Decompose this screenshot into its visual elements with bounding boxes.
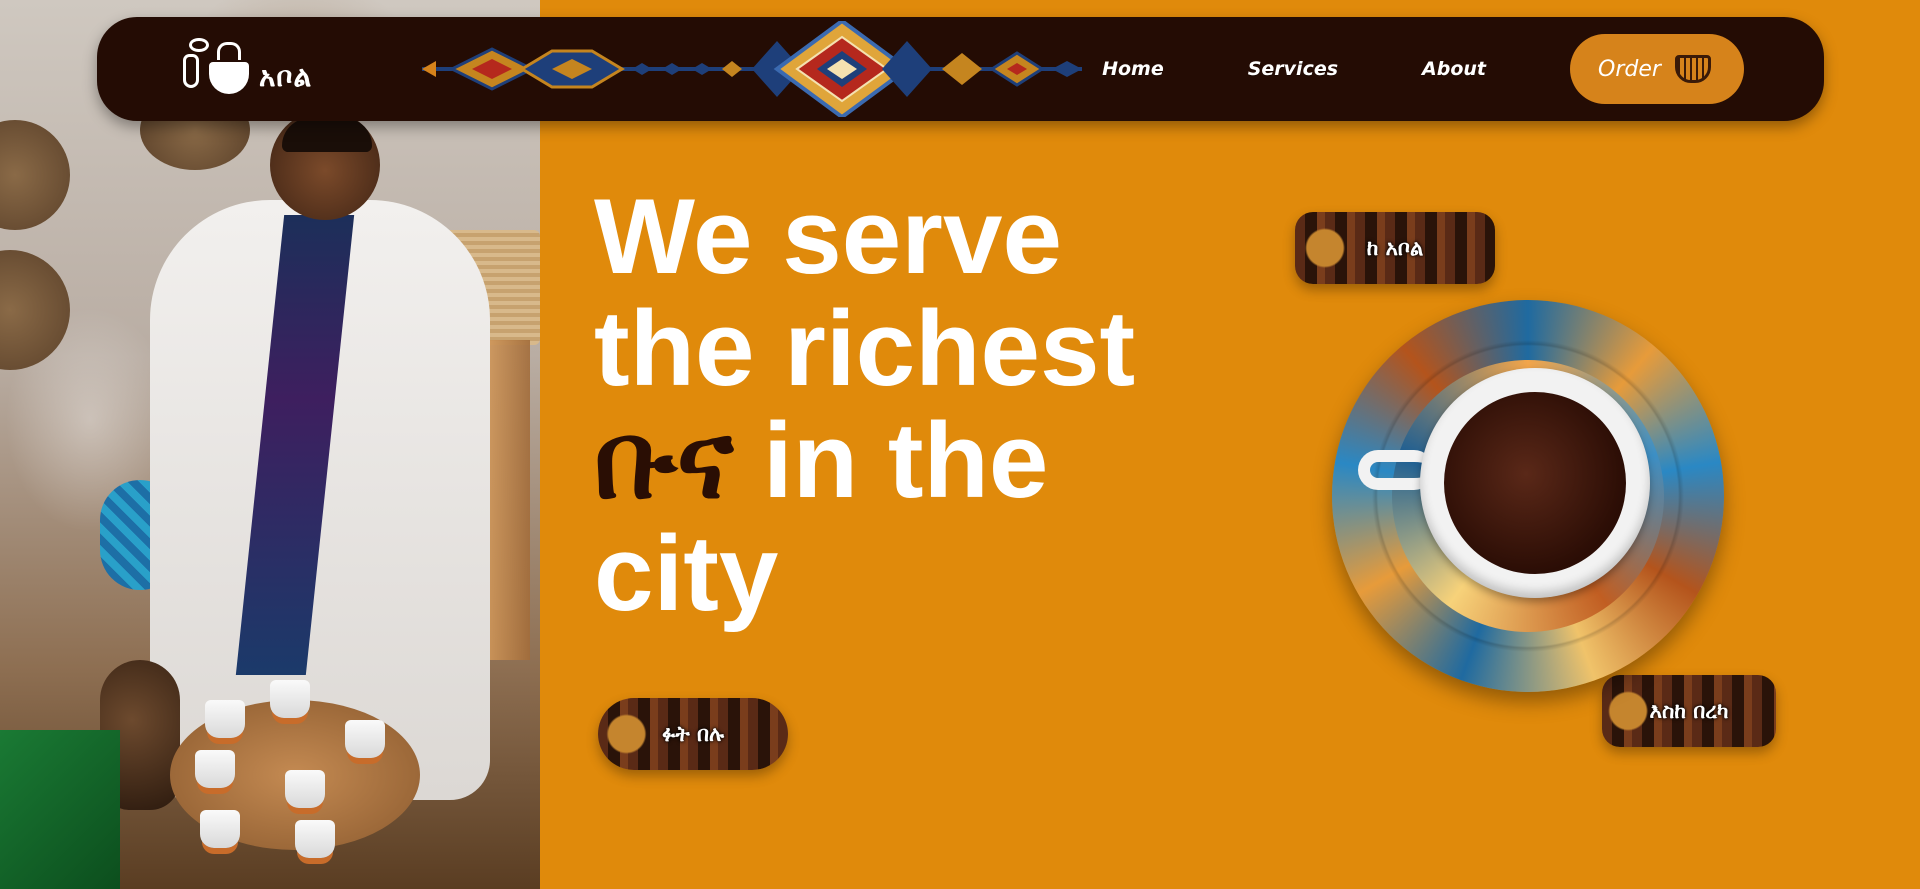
hero-line-1: We serve <box>594 176 1062 296</box>
nav-home[interactable]: Home <box>1102 58 1164 80</box>
badge-from-label: ከ አቦል <box>1366 235 1424 260</box>
hero-heading: We serve the richest ቡና in the city <box>594 180 1234 629</box>
coffee-cup-icon <box>1674 55 1711 83</box>
order-button-label: Order <box>1598 56 1661 82</box>
nav-services[interactable]: Services <box>1248 58 1338 80</box>
nav-about[interactable]: About <box>1422 58 1486 80</box>
cta-button[interactable]: ፉት በሉ <box>598 698 788 770</box>
badge-to-label: እስከ በረካ <box>1649 698 1729 723</box>
hero-photo <box>0 0 540 889</box>
badge-to: እስከ በረካ <box>1602 675 1776 747</box>
brand-logo[interactable]: አቦል <box>183 31 312 111</box>
brand-name: አቦል <box>259 60 313 93</box>
cta-button-label: ፉት በሉ <box>661 721 725 746</box>
hero-line-4: city <box>594 513 779 633</box>
hero-accent-word: ቡና <box>594 399 734 523</box>
hero-line-2: the richest <box>594 288 1136 408</box>
tibeb-ornament-icon <box>422 21 1082 117</box>
coffee-cup-illustration <box>1332 300 1724 692</box>
order-button[interactable]: Order <box>1570 34 1744 104</box>
main-menu: Home Services About Order <box>1102 29 1744 109</box>
hero-line-3: in the <box>733 400 1049 520</box>
navbar: አቦል Home Services About Order <box>97 17 1824 121</box>
badge-from: ከ አቦል <box>1295 212 1495 284</box>
coffee-logo-icon <box>183 36 251 106</box>
